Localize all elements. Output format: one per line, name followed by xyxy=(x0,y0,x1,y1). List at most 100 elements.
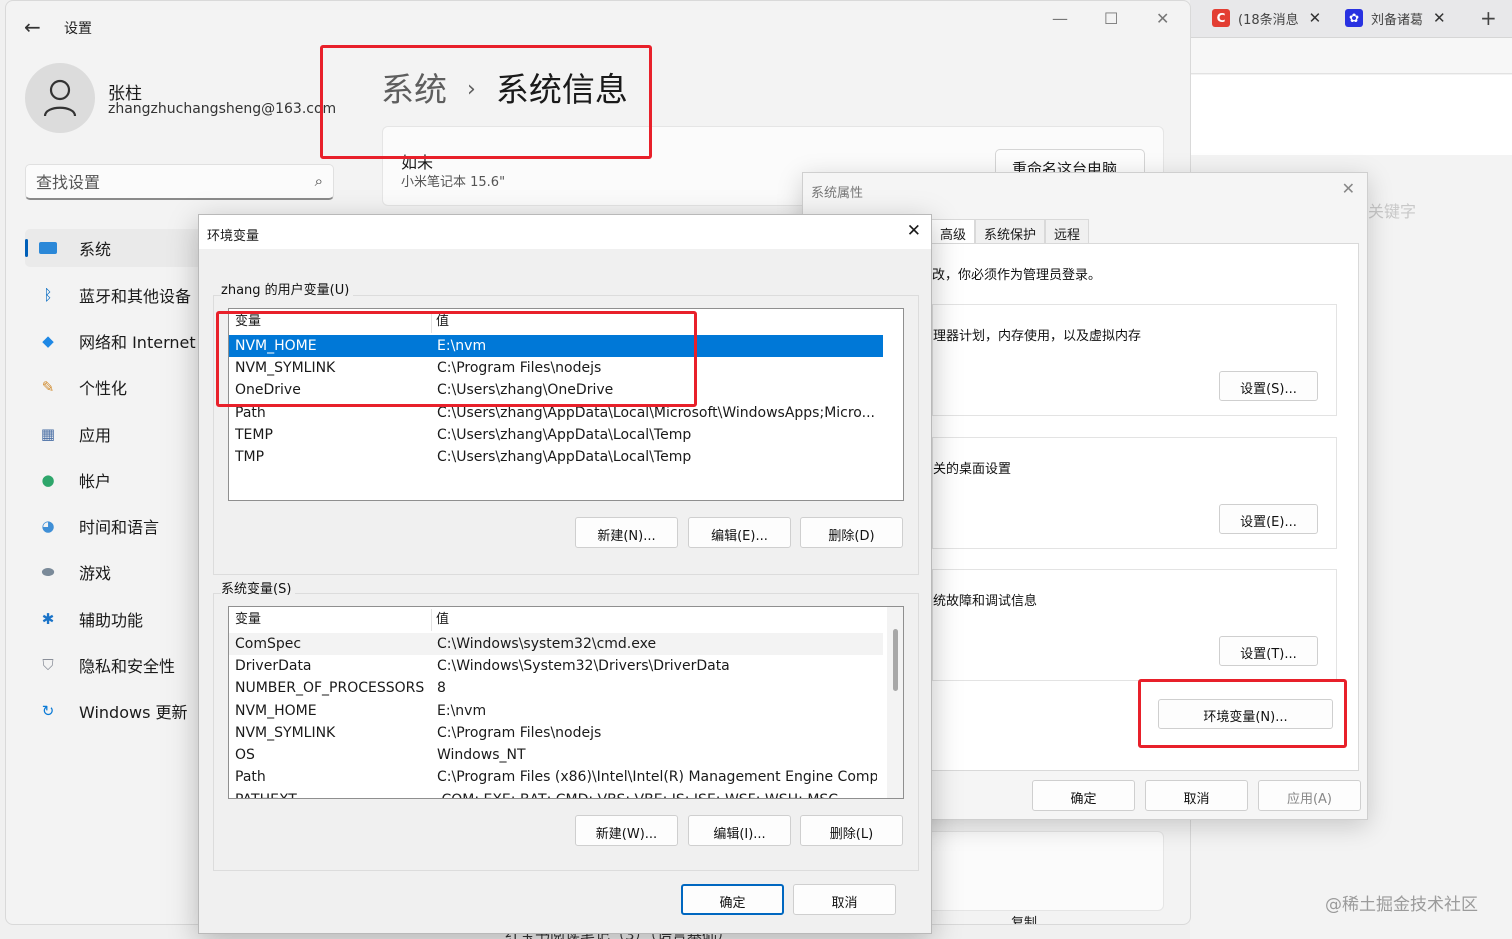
variable-value: .COM;.EXE;.BAT;.CMD;.VBS;.VBE;.JS;.JSE;.… xyxy=(437,789,877,798)
dialog-title: 环境变量 xyxy=(207,229,260,244)
user-edit-button[interactable]: 编辑(E)... xyxy=(688,517,791,548)
cancel-button[interactable]: 取消 xyxy=(1145,780,1248,811)
browser-tab-label: (18条消息 xyxy=(1238,12,1299,28)
variable-name: DriverData xyxy=(235,658,312,674)
user-new-button[interactable]: 新建(N)... xyxy=(575,517,678,548)
sidebar-item-privacy[interactable]: ⛉ 隐私和安全性 xyxy=(25,646,210,684)
sidebar-item-label: 游戏 xyxy=(79,564,112,583)
table-row[interactable]: NVM_SYMLINK C:\Program Files\nodejs xyxy=(229,722,883,744)
performance-settings-button[interactable]: 设置(S)... xyxy=(1219,371,1318,401)
cancel-button[interactable]: 取消 xyxy=(793,884,896,915)
startup-settings-button[interactable]: 设置(T)... xyxy=(1219,636,1318,666)
sidebar-item-windows-update[interactable]: ↻ Windows 更新 xyxy=(25,692,210,730)
maximize-icon[interactable]: ☐ xyxy=(1104,9,1118,28)
sidebar-item-personalization[interactable]: ✎ 个性化 xyxy=(25,368,210,406)
variable-value: C:\Program Files\nodejs xyxy=(437,725,602,741)
account-icon: ● xyxy=(41,471,55,489)
variable-value: 8 xyxy=(437,680,446,696)
copy-button[interactable]: 复制 xyxy=(1011,912,1037,924)
variable-value: C:\Windows\System32\Drivers\DriverData xyxy=(437,658,730,674)
table-row[interactable]: NUMBER_OF_PROCESSORS 8 xyxy=(229,677,883,699)
csdn-icon: C xyxy=(1212,9,1230,27)
sidebar-item-system[interactable]: 系统 xyxy=(25,229,210,267)
profiles-description: 关的桌面设置 xyxy=(933,462,1012,477)
table-row[interactable]: TEMP C:\Users\zhang\AppData\Local\Temp xyxy=(229,424,883,446)
sidebar-item-label: 帐户 xyxy=(79,472,112,491)
column-header-value[interactable]: 值 xyxy=(431,609,871,631)
startup-description: 统故障和调试信息 xyxy=(933,594,1038,609)
minimize-icon[interactable]: — xyxy=(1052,9,1068,28)
highlight-box xyxy=(1138,679,1347,748)
browser-tab-label: 刘备诸葛 xyxy=(1371,12,1424,28)
variable-name: PATHEXT xyxy=(235,789,425,798)
search-icon[interactable]: ⌕ xyxy=(315,172,323,190)
browser-tab-csdn[interactable]: C (18条消息 ✕ xyxy=(1212,4,1321,32)
column-header-variable[interactable]: 变量 xyxy=(235,609,425,631)
apps-icon: ▦ xyxy=(40,425,56,443)
tab-strip: 高级 系统保护 远程 xyxy=(931,219,1090,243)
variable-name: OS xyxy=(235,747,255,763)
table-row[interactable]: PATHEXT .COM;.EXE;.BAT;.CMD;.VBS;.VBE;.J… xyxy=(229,789,883,798)
sidebar-item-label: 系统 xyxy=(79,240,112,259)
variable-value: C:\Windows\system32\cmd.exe xyxy=(437,636,657,652)
variable-name: ComSpec xyxy=(235,636,302,652)
environment-variables-dialog: 环境变量 ✕ zhang 的用户变量(U) 变量 值 NVM_HOME E:\n… xyxy=(198,214,932,934)
browser-toolbar xyxy=(1190,38,1512,74)
table-row[interactable]: Path C:\Program Files (x86)\Intel\Intel(… xyxy=(229,766,883,788)
scrollbar-thumb[interactable] xyxy=(893,629,898,691)
tab-advanced[interactable]: 高级 xyxy=(931,219,976,243)
highlight-box xyxy=(320,45,652,159)
brush-icon: ✎ xyxy=(41,378,55,396)
table-row[interactable]: ComSpec C:\Windows\system32\cmd.exe xyxy=(229,633,883,655)
sidebar-item-gaming[interactable]: ⬬ 游戏 xyxy=(25,553,210,591)
system-delete-button[interactable]: 删除(L) xyxy=(800,815,903,846)
close-icon[interactable]: ✕ xyxy=(1342,179,1355,198)
sidebar-item-accessibility[interactable]: ✱ 辅助功能 xyxy=(25,600,210,638)
new-tab-button[interactable]: + xyxy=(1480,4,1497,32)
back-arrow-icon[interactable]: ← xyxy=(24,15,41,39)
variable-value: C:\Program Files (x86)\Intel\Intel(R) Ma… xyxy=(437,769,877,785)
sidebar-item-time-language[interactable]: ◕ 时间和语言 xyxy=(25,507,210,545)
close-icon[interactable]: ✕ xyxy=(1156,9,1169,28)
close-icon[interactable]: ✕ xyxy=(1309,9,1322,27)
variable-name: TEMP xyxy=(235,427,273,443)
sidebar-item-label: Windows 更新 xyxy=(79,703,188,722)
performance-group: 理器计划，内存使用，以及虚拟内存 设置(S)... xyxy=(932,304,1337,416)
browser-tab-baidu[interactable]: ✿ 刘备诸葛 ✕ xyxy=(1345,4,1446,32)
table-row[interactable]: TMP C:\Users\zhang\AppData\Local\Temp xyxy=(229,446,883,468)
dialog-titlebar: 环境变量 ✕ xyxy=(199,215,931,249)
ok-button[interactable]: 确定 xyxy=(1032,780,1135,811)
table-row[interactable]: NVM_HOME E:\nvm xyxy=(229,700,883,722)
variable-value: C:\Users\zhang\AppData\Local\Temp xyxy=(437,427,692,443)
sidebar-item-bluetooth[interactable]: ᛒ 蓝牙和其他设备 xyxy=(25,276,210,314)
ok-button[interactable]: 确定 xyxy=(681,884,784,915)
system-variables-list[interactable]: 变量 值 ComSpec C:\Windows\system32\cmd.exe… xyxy=(228,606,904,799)
variable-name: NVM_SYMLINK xyxy=(235,725,336,741)
table-row[interactable]: DriverData C:\Windows\System32\Drivers\D… xyxy=(229,655,883,677)
browser-page xyxy=(1190,75,1512,155)
sidebar-item-network[interactable]: ◆ 网络和 Internet xyxy=(25,322,210,360)
user-delete-button[interactable]: 删除(D) xyxy=(800,517,903,548)
bluetooth-icon: ᛒ xyxy=(43,286,53,304)
profiles-settings-button[interactable]: 设置(E)... xyxy=(1219,504,1318,534)
scrollbar[interactable] xyxy=(887,607,903,798)
list-header: 变量 值 xyxy=(229,609,883,631)
person-icon xyxy=(43,79,77,117)
sidebar-item-apps[interactable]: ▦ 应用 xyxy=(25,415,210,453)
search-input[interactable] xyxy=(36,171,296,193)
close-icon[interactable]: ✕ xyxy=(1433,9,1446,27)
system-edit-button[interactable]: 编辑(I)... xyxy=(688,815,791,846)
variable-name: TMP xyxy=(235,449,265,465)
close-icon[interactable]: ✕ xyxy=(907,221,921,241)
baidu-paw-icon: ✿ xyxy=(1345,9,1363,27)
browser-search-placeholder[interactable]: 关键字 xyxy=(1368,198,1416,222)
tab-remote[interactable]: 远程 xyxy=(1045,219,1090,243)
variable-name: NVM_HOME xyxy=(235,703,317,719)
performance-description: 理器计划，内存使用，以及虚拟内存 xyxy=(933,329,1142,344)
tab-system-protection[interactable]: 系统保护 xyxy=(975,219,1046,243)
sidebar-item-accounts[interactable]: ● 帐户 xyxy=(25,461,210,499)
apply-button[interactable]: 应用(A) xyxy=(1258,780,1361,811)
table-row[interactable]: OS Windows_NT xyxy=(229,744,883,766)
system-new-button[interactable]: 新建(W)... xyxy=(575,815,678,846)
avatar[interactable] xyxy=(25,63,95,133)
